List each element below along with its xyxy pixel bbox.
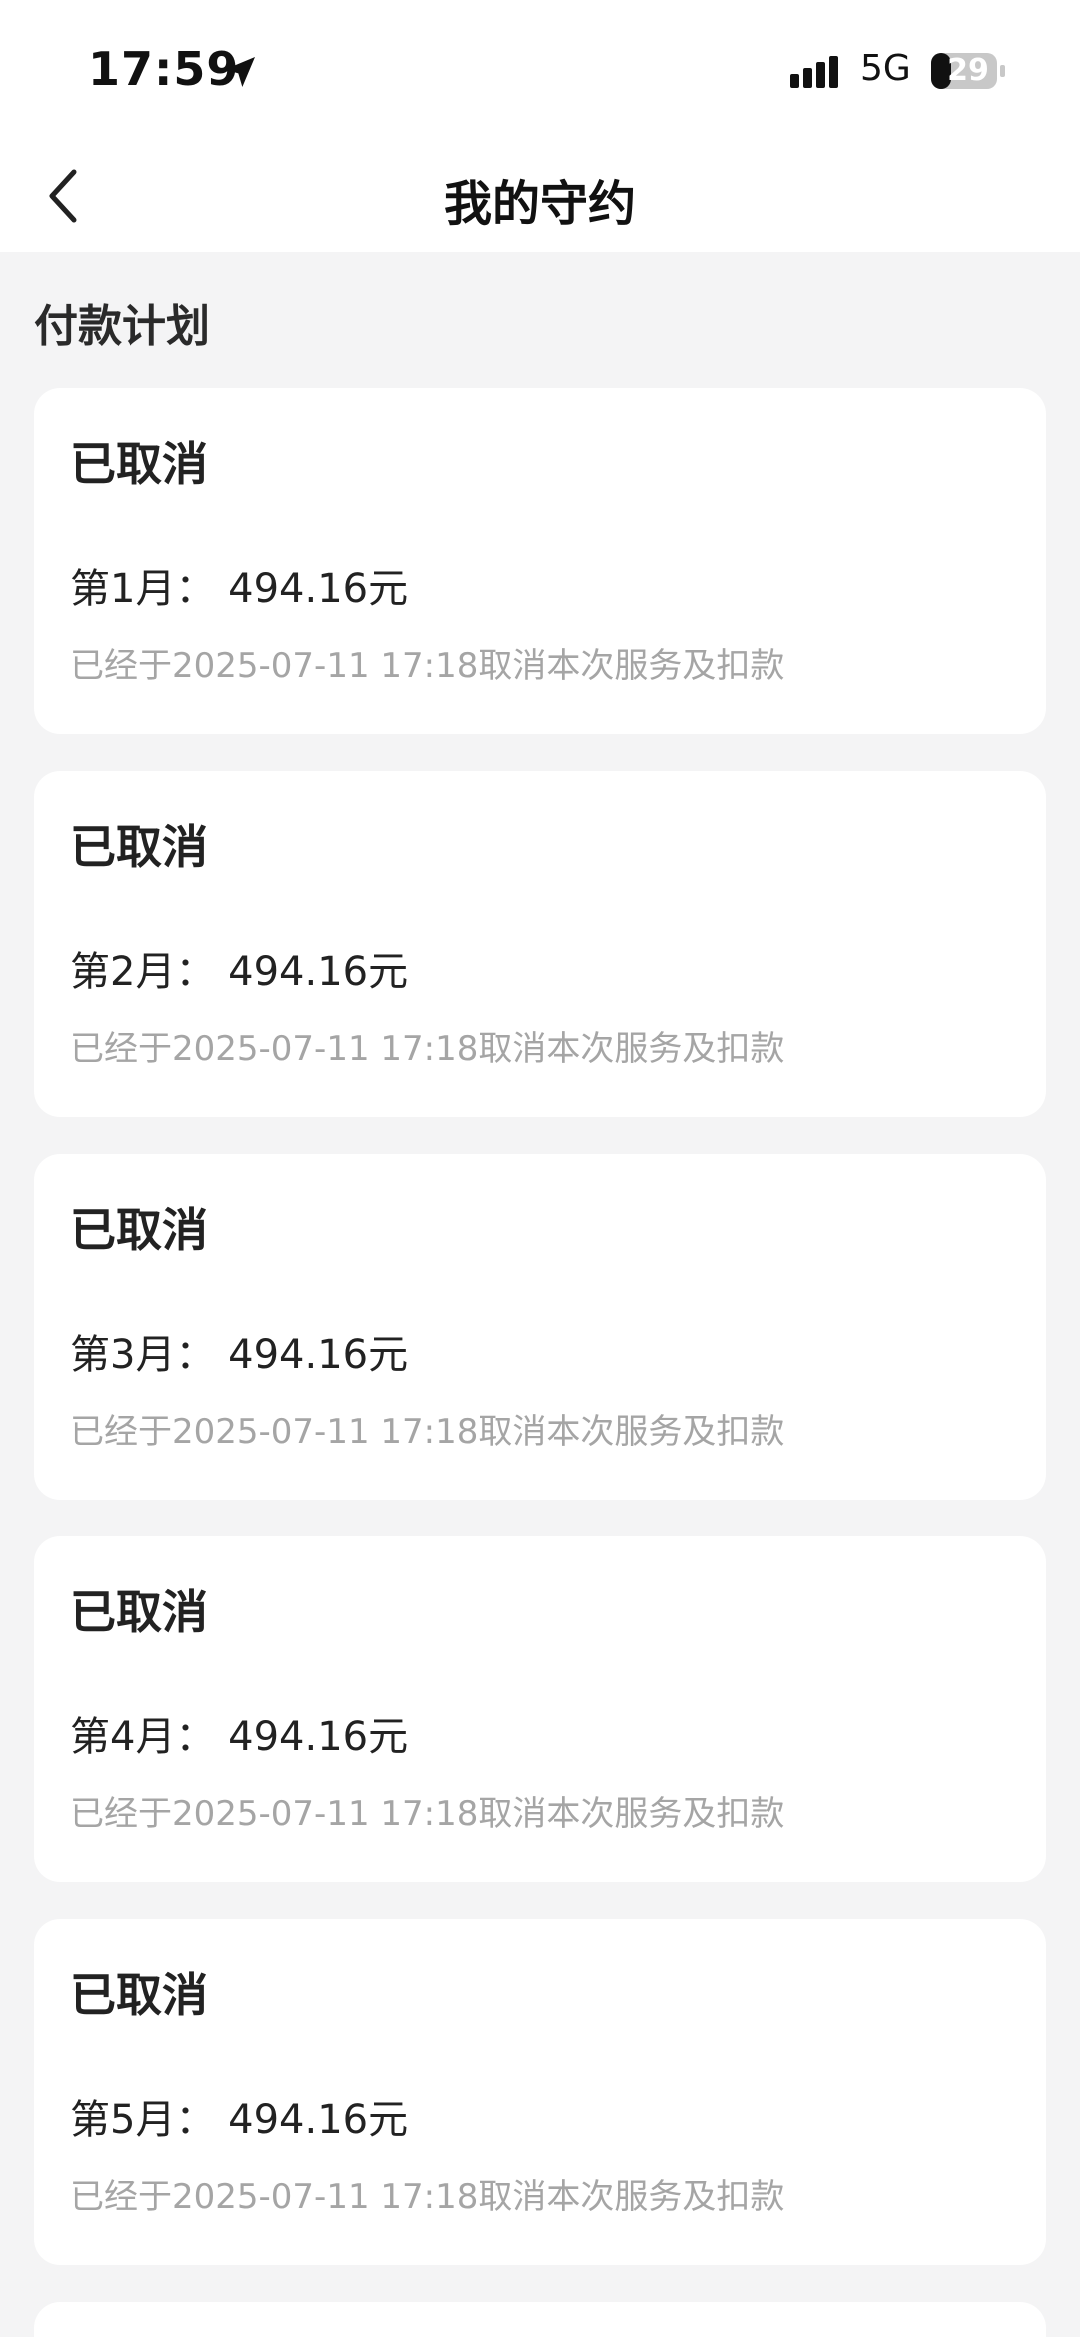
plan-card: 已取消 第3月： 494.16元 已经于2025-07-11 17:18取消本次…	[34, 1154, 1046, 1500]
signal-icon	[790, 56, 838, 88]
plan-status: 已取消	[70, 437, 208, 491]
status-bar: 17:59 5G 29	[0, 0, 1080, 140]
plan-card: 已取消 第2月： 494.16元 已经于2025-07-11 17:18取消本次…	[34, 771, 1046, 1117]
battery-level: 29	[947, 53, 989, 88]
plan-amount: 第2月： 494.16元	[70, 949, 409, 995]
plan-status: 已取消	[70, 1968, 208, 2022]
plan-note: 已经于2025-07-11 17:18取消本次服务及扣款	[70, 646, 785, 686]
plan-status: 已取消	[70, 1585, 208, 1639]
plan-note: 已经于2025-07-11 17:18取消本次服务及扣款	[70, 1794, 785, 1834]
location-arrow-icon	[225, 57, 255, 87]
page-title: 我的守约	[443, 176, 636, 232]
navigation-bar: 我的守约	[0, 140, 1080, 252]
plan-status: 已取消	[70, 1203, 208, 1257]
section-title: 付款计划	[34, 301, 210, 352]
plan-amount: 第5月： 494.16元	[70, 2097, 409, 2143]
status-time: 17:59	[88, 42, 240, 96]
plan-amount: 第3月： 494.16元	[70, 1332, 409, 1378]
plan-note: 已经于2025-07-11 17:18取消本次服务及扣款	[70, 1412, 785, 1452]
plan-amount: 第1月： 494.16元	[70, 566, 409, 612]
plan-status: 已取消	[70, 820, 208, 874]
plan-card: 已取消 第4月： 494.16元 已经于2025-07-11 17:18取消本次…	[34, 1536, 1046, 1882]
plan-card: 已取消 第1月： 494.16元 已经于2025-07-11 17:18取消本次…	[34, 388, 1046, 734]
plan-card-partial	[34, 2302, 1046, 2337]
plan-card: 已取消 第5月： 494.16元 已经于2025-07-11 17:18取消本次…	[34, 1919, 1046, 2265]
header: 17:59 5G 29 我的守约	[0, 0, 1080, 252]
plan-amount: 第4月： 494.16元	[70, 1714, 409, 1760]
plan-note: 已经于2025-07-11 17:18取消本次服务及扣款	[70, 2177, 785, 2217]
network-type: 5G	[860, 48, 911, 89]
plan-note: 已经于2025-07-11 17:18取消本次服务及扣款	[70, 1029, 785, 1069]
